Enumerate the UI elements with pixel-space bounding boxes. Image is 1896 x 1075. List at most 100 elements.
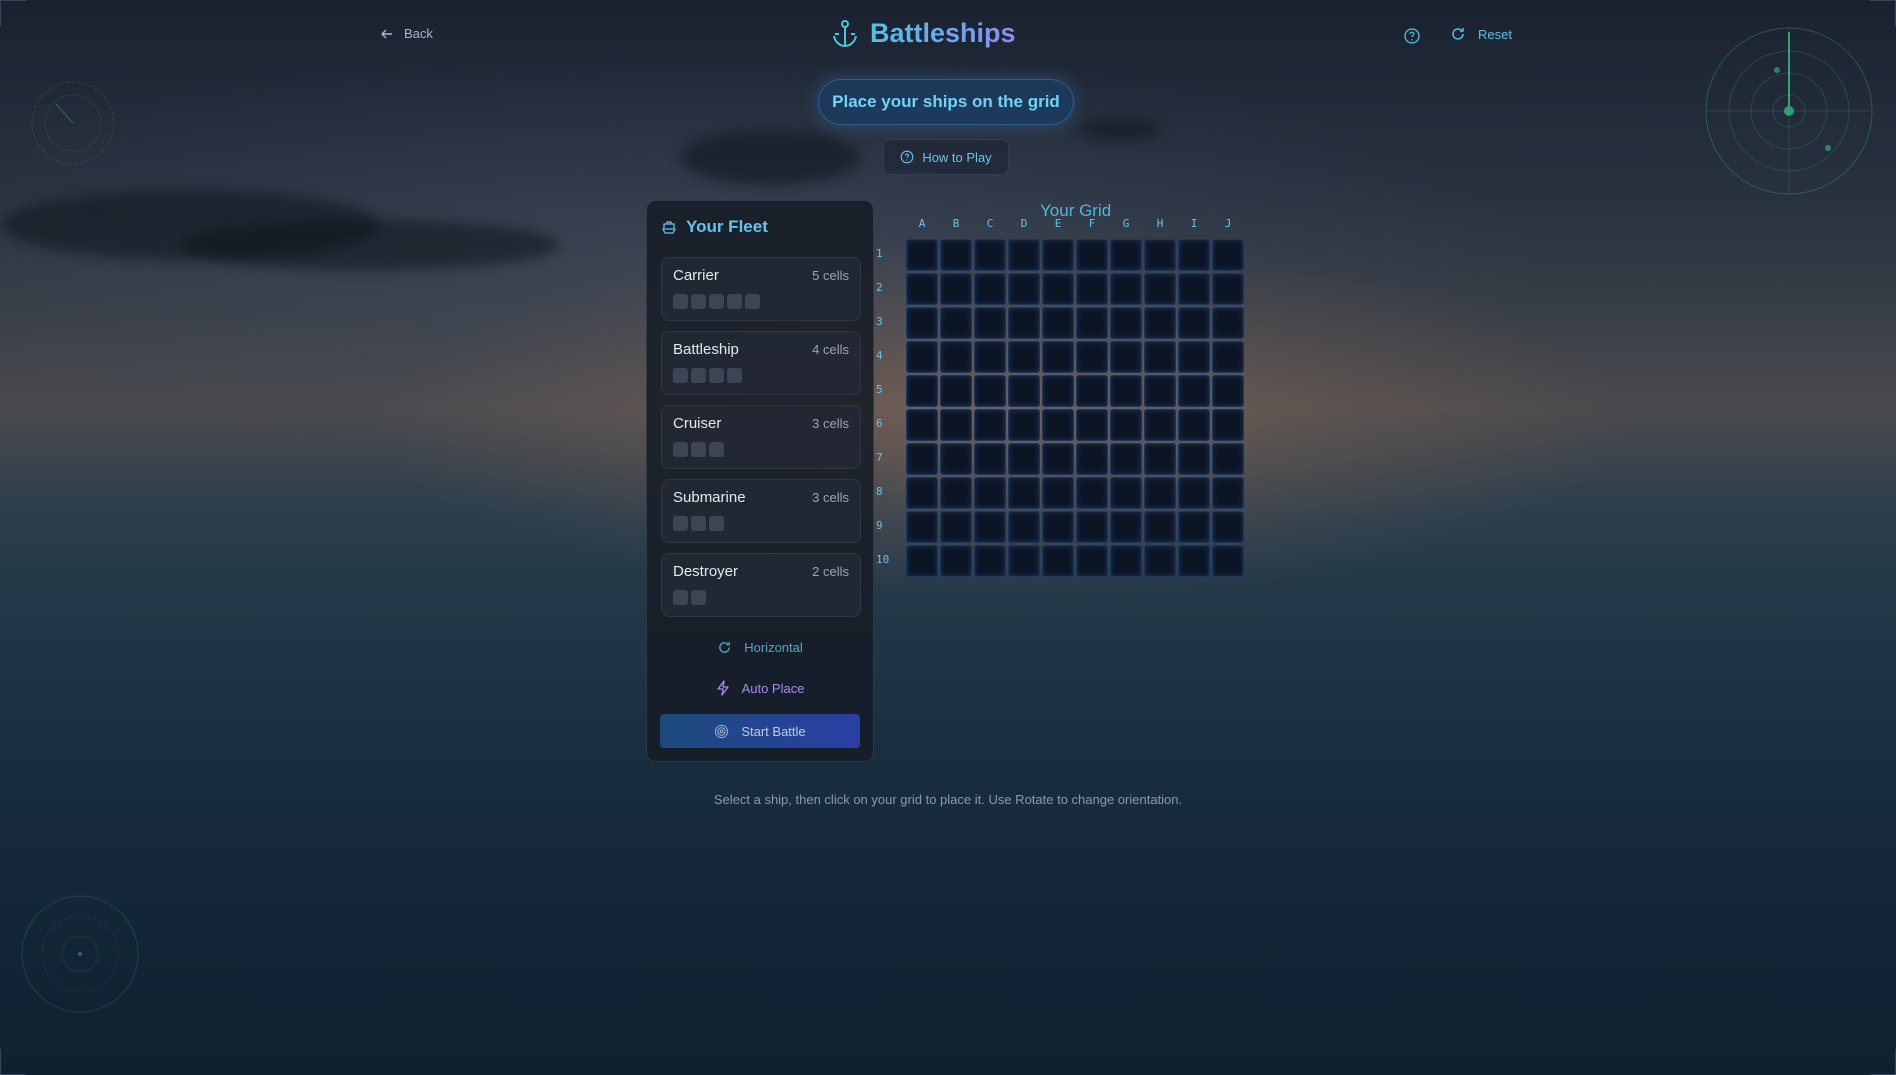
grid-cell-A9[interactable]: [906, 511, 938, 543]
grid-cell-D6[interactable]: [1008, 409, 1040, 441]
grid-cell-D9[interactable]: [1008, 511, 1040, 543]
grid-cell-C3[interactable]: [974, 307, 1006, 339]
grid-cell-H4[interactable]: [1144, 341, 1176, 373]
grid-cell-G8[interactable]: [1110, 477, 1142, 509]
start-battle-button[interactable]: Start Battle: [660, 714, 860, 748]
grid-cell-C2[interactable]: [974, 273, 1006, 305]
grid-cell-D2[interactable]: [1008, 273, 1040, 305]
grid-cell-E4[interactable]: [1042, 341, 1074, 373]
grid-cell-D3[interactable]: [1008, 307, 1040, 339]
grid-cell-J5[interactable]: [1212, 375, 1244, 407]
grid-cell-B9[interactable]: [940, 511, 972, 543]
grid-cell-E9[interactable]: [1042, 511, 1074, 543]
grid-cell-A6[interactable]: [906, 409, 938, 441]
grid-cell-H1[interactable]: [1144, 239, 1176, 271]
grid-cell-C9[interactable]: [974, 511, 1006, 543]
grid-cell-A10[interactable]: [906, 545, 938, 577]
grid-cell-D4[interactable]: [1008, 341, 1040, 373]
grid-cell-F4[interactable]: [1076, 341, 1108, 373]
grid-cell-C8[interactable]: [974, 477, 1006, 509]
grid-cell-B2[interactable]: [940, 273, 972, 305]
grid-cell-H2[interactable]: [1144, 273, 1176, 305]
grid-cell-H8[interactable]: [1144, 477, 1176, 509]
ship-card-carrier[interactable]: Carrier 5 cells: [661, 257, 861, 321]
grid-cell-G9[interactable]: [1110, 511, 1142, 543]
grid-cell-B6[interactable]: [940, 409, 972, 441]
grid-cell-I6[interactable]: [1178, 409, 1210, 441]
grid-cell-A1[interactable]: [906, 239, 938, 271]
grid-cell-I10[interactable]: [1178, 545, 1210, 577]
grid-cell-E3[interactable]: [1042, 307, 1074, 339]
grid-cell-A3[interactable]: [906, 307, 938, 339]
grid-cell-F6[interactable]: [1076, 409, 1108, 441]
grid-cell-G5[interactable]: [1110, 375, 1142, 407]
grid-cell-D10[interactable]: [1008, 545, 1040, 577]
grid-cell-C4[interactable]: [974, 341, 1006, 373]
grid-cell-A4[interactable]: [906, 341, 938, 373]
grid-cell-I2[interactable]: [1178, 273, 1210, 305]
how-to-play-button[interactable]: How to Play: [883, 139, 1009, 175]
grid-cell-J3[interactable]: [1212, 307, 1244, 339]
grid-cell-E6[interactable]: [1042, 409, 1074, 441]
grid-cell-G10[interactable]: [1110, 545, 1142, 577]
grid-cell-E5[interactable]: [1042, 375, 1074, 407]
grid-cell-C1[interactable]: [974, 239, 1006, 271]
grid-cell-F9[interactable]: [1076, 511, 1108, 543]
grid-cell-A2[interactable]: [906, 273, 938, 305]
grid-cell-B10[interactable]: [940, 545, 972, 577]
ship-card-submarine[interactable]: Submarine 3 cells: [661, 479, 861, 543]
grid-cell-A8[interactable]: [906, 477, 938, 509]
grid-cell-D5[interactable]: [1008, 375, 1040, 407]
grid-cell-J7[interactable]: [1212, 443, 1244, 475]
grid-cell-D1[interactable]: [1008, 239, 1040, 271]
grid-cell-I7[interactable]: [1178, 443, 1210, 475]
orientation-toggle-button[interactable]: Horizontal: [660, 630, 860, 664]
grid-cell-G1[interactable]: [1110, 239, 1142, 271]
grid-cell-B7[interactable]: [940, 443, 972, 475]
grid-cell-H7[interactable]: [1144, 443, 1176, 475]
grid-cell-I8[interactable]: [1178, 477, 1210, 509]
grid-cell-J8[interactable]: [1212, 477, 1244, 509]
grid-cell-H5[interactable]: [1144, 375, 1176, 407]
help-circle-icon[interactable]: [1402, 26, 1422, 46]
grid-cell-C5[interactable]: [974, 375, 1006, 407]
grid-cell-G6[interactable]: [1110, 409, 1142, 441]
grid-cell-H9[interactable]: [1144, 511, 1176, 543]
grid-cell-G3[interactable]: [1110, 307, 1142, 339]
grid-cell-J6[interactable]: [1212, 409, 1244, 441]
grid-cell-A5[interactable]: [906, 375, 938, 407]
grid-cell-I9[interactable]: [1178, 511, 1210, 543]
grid-cell-F1[interactable]: [1076, 239, 1108, 271]
auto-place-button[interactable]: Auto Place: [660, 671, 860, 705]
grid-cell-I3[interactable]: [1178, 307, 1210, 339]
grid-cell-E10[interactable]: [1042, 545, 1074, 577]
grid-cell-I5[interactable]: [1178, 375, 1210, 407]
grid-cell-F5[interactable]: [1076, 375, 1108, 407]
back-button[interactable]: Back: [380, 26, 433, 41]
grid-cell-C10[interactable]: [974, 545, 1006, 577]
grid-cell-E8[interactable]: [1042, 477, 1074, 509]
grid-cell-C7[interactable]: [974, 443, 1006, 475]
grid-cell-D8[interactable]: [1008, 477, 1040, 509]
ship-card-destroyer[interactable]: Destroyer 2 cells: [661, 553, 861, 617]
grid-cell-B8[interactable]: [940, 477, 972, 509]
reset-button[interactable]: Reset: [1450, 26, 1512, 42]
grid-cell-H6[interactable]: [1144, 409, 1176, 441]
grid-cell-F8[interactable]: [1076, 477, 1108, 509]
grid-cell-J1[interactable]: [1212, 239, 1244, 271]
ship-card-cruiser[interactable]: Cruiser 3 cells: [661, 405, 861, 469]
grid-cell-J10[interactable]: [1212, 545, 1244, 577]
grid-cell-G4[interactable]: [1110, 341, 1142, 373]
grid-cell-F7[interactable]: [1076, 443, 1108, 475]
grid-cell-E1[interactable]: [1042, 239, 1074, 271]
grid-cell-F3[interactable]: [1076, 307, 1108, 339]
grid-cell-J2[interactable]: [1212, 273, 1244, 305]
grid-cell-H10[interactable]: [1144, 545, 1176, 577]
grid-cell-H3[interactable]: [1144, 307, 1176, 339]
grid-cell-B3[interactable]: [940, 307, 972, 339]
grid-cell-I1[interactable]: [1178, 239, 1210, 271]
grid-cell-E2[interactable]: [1042, 273, 1074, 305]
grid-cell-G2[interactable]: [1110, 273, 1142, 305]
grid-cell-B5[interactable]: [940, 375, 972, 407]
grid-cell-I4[interactable]: [1178, 341, 1210, 373]
